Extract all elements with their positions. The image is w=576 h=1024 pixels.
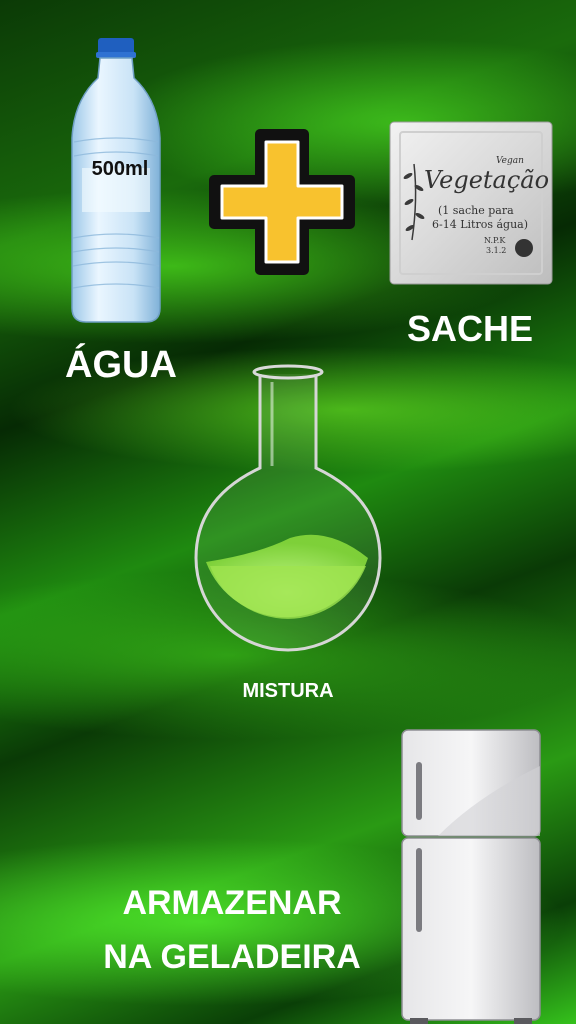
sachet-instruction-line2: 6-14 Litros água) xyxy=(432,218,529,231)
plus-icon xyxy=(209,129,355,275)
sachet-instruction-line1: (1 sache para xyxy=(438,204,514,217)
flask-icon xyxy=(194,364,382,652)
agua-label: ÁGUA xyxy=(65,344,177,386)
sachet-npk-label: N.P.K xyxy=(484,236,506,245)
refrigerator-icon xyxy=(401,729,541,1024)
sache-label: SACHE xyxy=(406,308,534,349)
sachet-brand: Vegetação xyxy=(424,166,550,194)
water-bottle-icon xyxy=(71,38,161,323)
bottle-volume-label: 500ml xyxy=(91,158,149,180)
sachet-icon: Vegan Vegetação (1 sache para 6-14 Litro… xyxy=(388,120,554,286)
armazenar-line2: NA GELADEIRA xyxy=(103,938,361,976)
sachet-tagline: Vegan xyxy=(496,156,524,166)
sachet-npk-value: 3.1.2 xyxy=(486,246,507,255)
armazenar-label: ARMAZENAR NA GELADEIRA xyxy=(88,876,376,984)
armazenar-line1: ARMAZENAR xyxy=(122,884,342,922)
mistura-label: MISTURA xyxy=(242,680,334,702)
